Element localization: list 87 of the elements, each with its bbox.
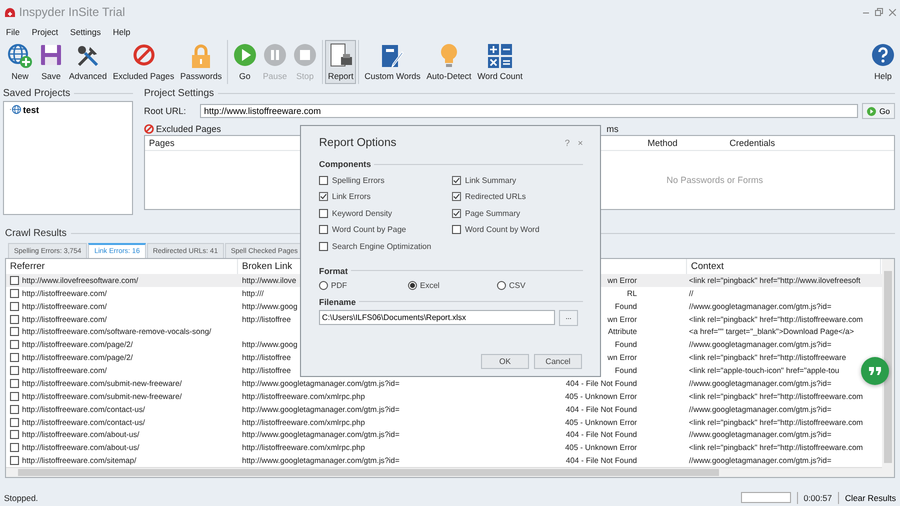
panel-label: ms — [606, 124, 618, 134]
section-title: Saved Projects — [3, 88, 70, 98]
book-pen-icon — [379, 43, 406, 69]
checkbox[interactable] — [10, 443, 19, 452]
panel-label: Excluded Pages — [156, 124, 222, 134]
tree-item[interactable]: test — [10, 104, 40, 115]
component-checkbox[interactable]: Redirected URLs — [452, 188, 583, 205]
toolbar-button[interactable]: Auto-Detect — [424, 40, 474, 84]
section-title: Crawl Results — [5, 228, 67, 238]
menu-item[interactable]: Settings — [70, 27, 101, 37]
section-title: Filename — [319, 296, 356, 306]
component-checkbox[interactable]: Page Summary — [452, 205, 583, 222]
checkbox[interactable] — [10, 353, 19, 362]
horizontal-scrollbar[interactable] — [6, 467, 882, 477]
clear-results-button[interactable]: Clear Results — [844, 492, 896, 502]
section-title: Components — [319, 159, 371, 169]
toolbar-button[interactable]: Advanced — [66, 40, 110, 84]
play-icon — [867, 106, 876, 116]
filename-field[interactable]: C:\Users\ILFS06\Documents\Report.xlsx — [319, 310, 555, 325]
url-field[interactable]: http://www.listoffreeware.com — [200, 104, 858, 118]
section-title: Project Settings — [144, 88, 214, 98]
pause-icon — [262, 43, 287, 67]
checkbox[interactable] — [10, 456, 19, 466]
toolbar-button[interactable]: Save — [36, 40, 66, 84]
checkbox[interactable] — [10, 404, 19, 414]
checkbox[interactable] — [10, 314, 19, 324]
dialog-title: Report Options — [319, 137, 398, 149]
quote-icon — [869, 367, 881, 375]
restore-icon[interactable] — [875, 8, 883, 16]
component-checkbox[interactable]: Word Count by Word — [452, 222, 583, 238]
column-header: Credentials — [728, 138, 776, 148]
prohibited-icon — [144, 124, 154, 134]
menu-item[interactable]: File — [6, 27, 20, 37]
vertical-scrollbar[interactable] — [882, 259, 894, 477]
go-button[interactable]: Go — [862, 103, 895, 119]
field-label: Root URL: — [144, 106, 188, 116]
toolbar-button[interactable]: Excluded Pages — [110, 40, 178, 84]
component-checkbox[interactable]: Link Summary — [452, 172, 583, 188]
section-title: Format — [319, 266, 348, 276]
format-radio[interactable]: Excel — [408, 280, 440, 290]
app-logo-icon — [4, 6, 16, 18]
checkbox[interactable] — [10, 392, 19, 401]
window-title: Inspyder InSite Trial — [19, 5, 126, 19]
minimize-icon[interactable] — [863, 10, 869, 14]
status-text: Stopped. — [4, 492, 38, 502]
dialog-button[interactable]: OK — [481, 354, 529, 368]
help-icon — [871, 43, 895, 67]
toolbar-button[interactable]: New — [4, 40, 36, 84]
checkbox[interactable] — [10, 366, 19, 376]
globe-plus-icon — [7, 43, 33, 69]
elapsed-time: 0:00:57 — [804, 492, 832, 502]
prohibited-icon — [132, 43, 156, 67]
menu-item[interactable]: Project — [32, 27, 58, 37]
column-header: Method — [646, 138, 679, 148]
printer-icon — [328, 43, 353, 69]
stop-icon — [292, 43, 317, 67]
menu-item[interactable]: Help — [112, 27, 130, 37]
checkbox[interactable] — [10, 430, 19, 440]
calculator-icon — [487, 43, 513, 69]
empty-message: No Passwords or Forms — [666, 175, 764, 185]
checkbox[interactable] — [10, 418, 19, 427]
checkbox[interactable] — [10, 340, 19, 350]
close-icon[interactable] — [889, 8, 896, 16]
toolbar-button[interactable]: Report — [324, 40, 356, 84]
help-button[interactable]: Help — [868, 40, 898, 84]
check-icon — [320, 192, 327, 202]
checkbox[interactable] — [10, 288, 19, 298]
component-checkbox[interactable]: Spelling Errors — [319, 172, 452, 188]
format-radio[interactable]: PDF — [319, 280, 347, 290]
toolbar-button[interactable]: Word Count — [474, 40, 526, 84]
format-radio[interactable]: CSV — [497, 280, 526, 290]
checkbox[interactable] — [10, 378, 19, 388]
lightbulb-icon — [438, 43, 459, 69]
component-checkbox[interactable]: Word Count by Page — [319, 222, 452, 238]
checkbox[interactable] — [10, 276, 19, 285]
floppy-icon — [39, 43, 63, 67]
dialog-button[interactable]: Cancel — [534, 354, 582, 368]
column-header: Pages — [148, 138, 175, 148]
play-icon — [232, 43, 257, 67]
component-checkbox[interactable]: Keyword Density — [319, 205, 452, 222]
toolbar-button[interactable]: Passwords — [177, 40, 225, 84]
checkbox[interactable] — [10, 327, 19, 336]
globe-icon — [10, 104, 21, 115]
component-checkbox[interactable]: Link Errors — [319, 188, 452, 205]
toolbar-button[interactable]: Custom Words — [361, 40, 424, 84]
toolbar-button[interactable]: Go — [230, 40, 260, 84]
checkbox[interactable] — [10, 302, 19, 311]
